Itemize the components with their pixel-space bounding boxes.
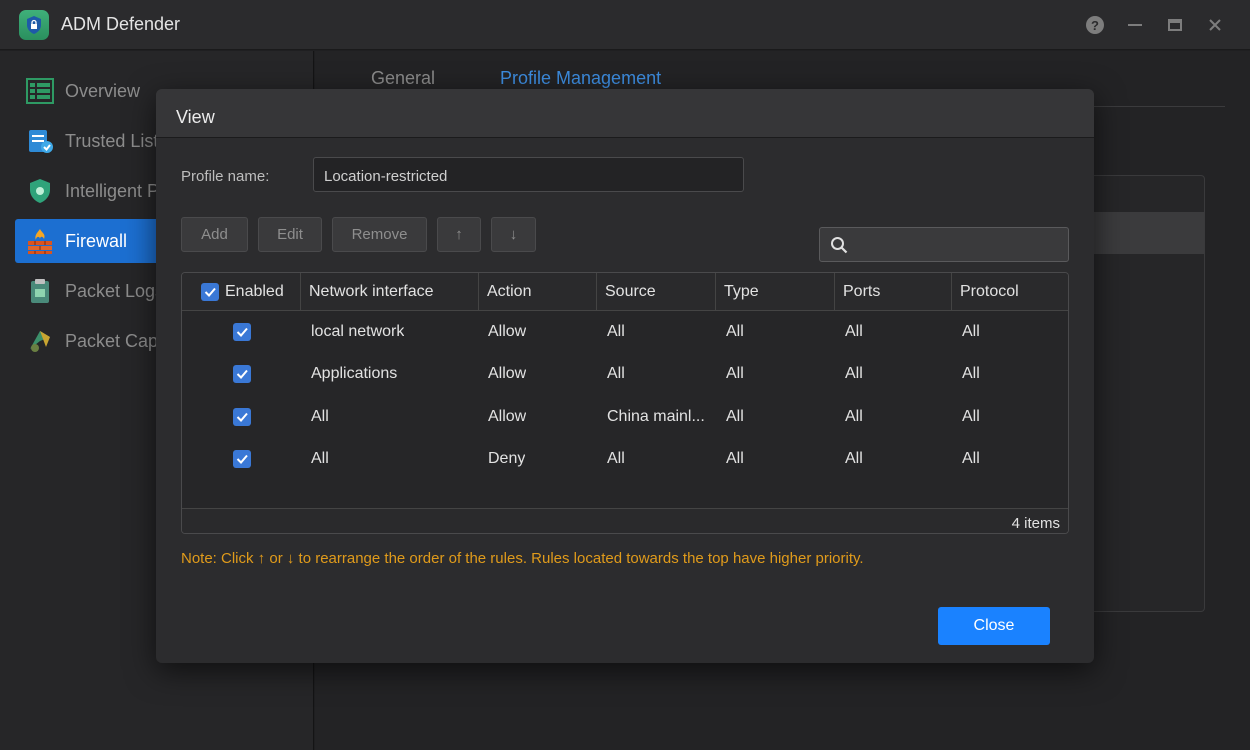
cell-protocol: All: [962, 408, 980, 425]
title-bar: ADM Defender ?: [0, 0, 1250, 50]
cell-action: Deny: [488, 450, 526, 467]
cell-ports: All: [845, 365, 863, 382]
column-header-type[interactable]: Type: [716, 273, 835, 311]
cell-source: China mainl...: [607, 408, 705, 425]
select-all-checkbox[interactable]: [201, 283, 219, 301]
sidebar-item-label: Packet Capt: [65, 330, 164, 351]
cell-interface: Applications: [311, 365, 398, 382]
dialog-title: View: [176, 107, 215, 127]
column-header-protocol[interactable]: Protocol: [952, 273, 1068, 311]
cell-ports: All: [845, 323, 863, 340]
minimize-icon[interactable]: [1125, 15, 1145, 35]
cell-protocol: All: [962, 365, 980, 382]
cell-interface: All: [311, 450, 329, 467]
help-icon[interactable]: ?: [1085, 15, 1105, 35]
app-title: ADM Defender: [61, 14, 181, 34]
item-count: 4 items: [1011, 515, 1060, 532]
cell-type: All: [726, 365, 744, 382]
dialog-header: View: [156, 89, 1094, 138]
table-header: Enabled Network interface Action Source …: [182, 273, 1068, 311]
column-header-network-interface[interactable]: Network interface: [301, 273, 479, 311]
maximize-icon[interactable]: [1165, 15, 1185, 35]
remove-button[interactable]: Remove: [332, 217, 427, 252]
rules-table: Enabled Network interface Action Source …: [181, 272, 1069, 534]
table-row[interactable]: Applications Allow All All All All: [182, 353, 1068, 395]
profile-name-field[interactable]: Location-restricted: [313, 157, 744, 192]
table-row[interactable]: local network Allow All All All All: [182, 311, 1068, 353]
sidebar-item-label: Firewall: [65, 230, 128, 251]
search-icon: [831, 237, 848, 254]
packet-logs-icon: [25, 276, 55, 306]
sidebar-item-label: Overview: [65, 80, 141, 101]
cell-action: Allow: [488, 323, 527, 340]
cell-ports: All: [845, 450, 863, 467]
firewall-icon: [25, 226, 55, 256]
cell-type: All: [726, 323, 744, 340]
profile-list-panel: [1085, 175, 1205, 612]
add-button[interactable]: Add: [181, 217, 248, 252]
shield-icon: [25, 176, 55, 206]
priority-note: Note: Click ↑ or ↓ to rearrange the orde…: [181, 550, 864, 567]
table-row[interactable]: All Allow China mainl... All All All: [182, 396, 1068, 438]
move-up-button[interactable]: ↑: [437, 217, 481, 252]
table-row[interactable]: All Deny All All All All: [182, 438, 1068, 480]
column-header-label: Enabled: [225, 283, 284, 300]
table-footer: 4 items: [182, 508, 1068, 533]
search-input[interactable]: [856, 228, 1066, 261]
tab-general[interactable]: General: [371, 68, 435, 89]
cell-source: All: [607, 450, 625, 467]
close-icon[interactable]: [1205, 15, 1225, 35]
row-enabled-checkbox[interactable]: [233, 396, 251, 438]
column-header-ports[interactable]: Ports: [835, 273, 952, 311]
tab-profile-management[interactable]: Profile Management: [500, 68, 661, 89]
cell-action: Allow: [488, 408, 527, 425]
cell-type: All: [726, 450, 744, 467]
view-dialog: View Profile name: Location-restricted A…: [156, 89, 1094, 663]
cell-ports: All: [845, 408, 863, 425]
profile-name-label: Profile name:: [181, 168, 270, 185]
column-header-action[interactable]: Action: [479, 273, 597, 311]
column-header-enabled[interactable]: Enabled: [182, 273, 301, 311]
column-header-source[interactable]: Source: [597, 273, 716, 311]
close-button[interactable]: Close: [938, 607, 1050, 645]
sidebar-item-firewall[interactable]: Firewall: [15, 219, 157, 263]
cell-protocol: All: [962, 323, 980, 340]
row-enabled-checkbox[interactable]: [233, 438, 251, 480]
trusted-list-icon: [25, 126, 55, 156]
cell-action: Allow: [488, 365, 527, 382]
search-box[interactable]: [819, 227, 1069, 262]
sidebar-item-label: Intelligent P: [65, 180, 160, 201]
edit-button[interactable]: Edit: [258, 217, 322, 252]
cell-interface: local network: [311, 323, 405, 340]
app-logo-icon: [19, 10, 49, 40]
overview-icon: [25, 76, 55, 106]
sidebar-item-label: Packet Logs: [65, 280, 165, 301]
cell-interface: All: [311, 408, 329, 425]
cell-type: All: [726, 408, 744, 425]
sidebar-item-label: Trusted List: [65, 130, 159, 151]
row-enabled-checkbox[interactable]: [233, 353, 251, 395]
move-down-button[interactable]: ↓: [491, 217, 536, 252]
packet-capture-icon: [25, 326, 55, 356]
cell-source: All: [607, 323, 625, 340]
selected-profile-row[interactable]: [1085, 212, 1204, 254]
row-enabled-checkbox[interactable]: [233, 311, 251, 353]
cell-protocol: All: [962, 450, 980, 467]
cell-source: All: [607, 365, 625, 382]
